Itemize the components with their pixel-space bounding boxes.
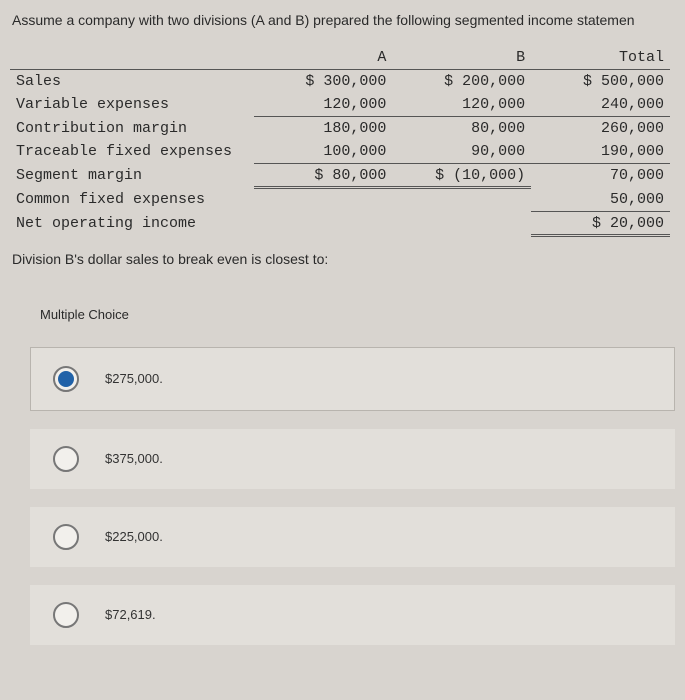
- segmarg-a: $ 80,000: [254, 164, 393, 188]
- row-sales: Sales $ 300,000 $ 200,000 $ 500,000: [10, 70, 670, 94]
- option-3-label: $225,000.: [105, 529, 163, 544]
- sales-total: $ 500,000: [531, 70, 670, 94]
- label-varexp: Variable expenses: [10, 93, 254, 117]
- tracefx-b: 90,000: [392, 140, 531, 164]
- income-statement-table: A B Total Sales $ 300,000 $ 200,000 $ 50…: [10, 46, 670, 237]
- option-4[interactable]: $72,619.: [30, 585, 675, 645]
- radio-icon: [53, 524, 79, 550]
- question-text: Division B's dollar sales to break even …: [10, 251, 685, 267]
- contrib-a: 180,000: [254, 117, 393, 141]
- option-1-label: $275,000.: [105, 371, 163, 386]
- intro-text: Assume a company with two divisions (A a…: [10, 12, 685, 28]
- option-3[interactable]: $225,000.: [30, 507, 675, 567]
- col-header-a: A: [254, 46, 393, 70]
- row-traceable-fixed: Traceable fixed expenses 100,000 90,000 …: [10, 140, 670, 164]
- label-sales: Sales: [10, 70, 254, 94]
- col-header-total: Total: [531, 46, 670, 70]
- varexp-total: 240,000: [531, 93, 670, 117]
- segmarg-total: 70,000: [531, 164, 670, 188]
- row-common-fixed: Common fixed expenses 50,000: [10, 188, 670, 212]
- varexp-b: 120,000: [392, 93, 531, 117]
- contrib-total: 260,000: [531, 117, 670, 141]
- radio-icon: [53, 366, 79, 392]
- row-segment-margin: Segment margin $ 80,000 $ (10,000) 70,00…: [10, 164, 670, 188]
- label-contrib: Contribution margin: [10, 117, 254, 141]
- segmarg-b: $ (10,000): [392, 164, 531, 188]
- row-contribution-margin: Contribution margin 180,000 80,000 260,0…: [10, 117, 670, 141]
- option-1[interactable]: $275,000.: [30, 347, 675, 411]
- radio-icon: [53, 446, 79, 472]
- header-row: A B Total: [10, 46, 670, 70]
- option-4-label: $72,619.: [105, 607, 156, 622]
- row-variable-expenses: Variable expenses 120,000 120,000 240,00…: [10, 93, 670, 117]
- varexp-a: 120,000: [254, 93, 393, 117]
- row-net-operating-income: Net operating income $ 20,000: [10, 211, 670, 235]
- multiple-choice-label: Multiple Choice: [10, 307, 685, 322]
- label-tracefx: Traceable fixed expenses: [10, 140, 254, 164]
- option-2-label: $375,000.: [105, 451, 163, 466]
- noi-total: $ 20,000: [531, 211, 670, 235]
- contrib-b: 80,000: [392, 117, 531, 141]
- sales-b: $ 200,000: [392, 70, 531, 94]
- label-commonfx: Common fixed expenses: [10, 188, 254, 212]
- sales-a: $ 300,000: [254, 70, 393, 94]
- label-noi: Net operating income: [10, 211, 254, 235]
- options-group: $275,000. $375,000. $225,000. $72,619.: [10, 347, 685, 645]
- commonfx-total: 50,000: [531, 188, 670, 212]
- radio-icon: [53, 602, 79, 628]
- col-header-b: B: [392, 46, 531, 70]
- option-2[interactable]: $375,000.: [30, 429, 675, 489]
- tracefx-a: 100,000: [254, 140, 393, 164]
- tracefx-total: 190,000: [531, 140, 670, 164]
- label-segmarg: Segment margin: [10, 164, 254, 188]
